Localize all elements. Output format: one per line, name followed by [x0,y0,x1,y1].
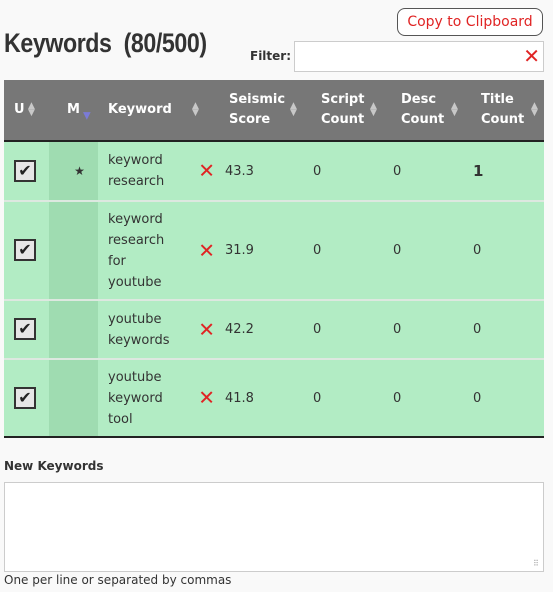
seismic-score: 31.9 [225,243,254,258]
sort-icon: ▲ ▼ [28,101,35,118]
title-count: 0 [473,322,482,337]
new-keywords-textarea[interactable] [4,482,544,572]
table-row: ✔ youtube keywords ✕ 42.2 0 0 0 [4,300,544,359]
column-header-keyword[interactable]: Keyword ▲ ▼ [98,80,215,141]
keyword-text: keyword research [108,153,165,189]
script-count: 0 [313,322,322,337]
table-row: ✔ keyword research for youtube ✕ 31.9 0 0… [4,201,544,300]
new-keywords-label: New Keywords [4,459,104,473]
used-checkbox[interactable]: ✔ [14,386,36,409]
seismic-score: 43.3 [225,163,254,179]
title-count: 1 [473,161,484,180]
script-count: 0 [313,243,322,258]
page-title: Keywords (80/500) [4,28,207,58]
copy-to-clipboard-button[interactable]: Copy to Clipboard [397,8,543,36]
keywords-table: U ▲ ▼ M ▼ Keyword ▲ ▼ Seismic Score ▲ ▼ Script … [4,80,544,438]
remove-keyword-icon[interactable]: ✕ [198,387,215,409]
keyword-text: youtube keyword tool [108,369,163,427]
sort-icon: ▲ ▼ [370,101,377,118]
table-row: ✔ youtube keyword tool ✕ 41.8 0 0 0 [4,359,544,437]
filter-label: Filter: [250,49,292,63]
desc-count: 0 [393,163,402,179]
title-count: 0 [473,390,482,406]
used-checkbox[interactable]: ✔ [14,239,36,261]
keyword-text: keyword research for youtube [108,211,165,290]
table-row: ✔ ★ keyword research ✕ 43.3 0 0 1 [4,141,544,201]
remove-keyword-icon[interactable]: ✕ [198,240,215,261]
clear-filter-icon[interactable]: ✕ [523,45,540,67]
keyword-text: youtube keywords [108,311,170,348]
column-header-title-count[interactable]: Title Count ▲ ▼ [465,80,544,141]
remove-keyword-icon[interactable]: ✕ [198,319,215,340]
sort-desc-icon: ▼ [83,110,91,122]
column-header-desc-count[interactable]: Desc Count ▲ ▼ [385,80,465,141]
script-count: 0 [313,163,322,179]
star-icon[interactable]: ★ [62,164,85,178]
seismic-score: 42.2 [225,322,254,337]
marked-cell[interactable] [49,359,98,437]
resize-handle-icon[interactable]: ⠿ [533,560,541,568]
seismic-score: 41.8 [225,390,254,406]
sort-icon: ▲ ▼ [290,101,297,118]
used-checkbox[interactable]: ✔ [14,159,36,182]
table-header-row: U ▲ ▼ M ▼ Keyword ▲ ▼ Seismic Score ▲ ▼ Script … [4,80,544,141]
title-count: 0 [473,243,482,258]
filter-field: ✕ [294,41,544,72]
script-count: 0 [313,390,322,406]
desc-count: 0 [393,390,402,406]
column-header-seismic-score[interactable]: Seismic Score ▲ ▼ [215,80,305,141]
used-checkbox[interactable]: ✔ [14,318,36,340]
column-header-used[interactable]: U ▲ ▼ [4,80,49,141]
column-header-script-count[interactable]: Script Count ▲ ▼ [305,80,385,141]
sort-icon: ▲ ▼ [451,101,458,118]
remove-keyword-icon[interactable]: ✕ [198,160,215,182]
desc-count: 0 [393,322,402,337]
sort-icon: ▲ ▼ [192,101,199,118]
new-keywords-hint: One per line or separated by commas [4,573,232,587]
filter-input[interactable] [295,42,527,71]
column-header-marked[interactable]: M ▼ [49,80,98,141]
marked-cell[interactable] [49,201,98,300]
sort-icon: ▲ ▼ [531,101,538,118]
marked-cell[interactable] [49,300,98,359]
desc-count: 0 [393,243,402,258]
